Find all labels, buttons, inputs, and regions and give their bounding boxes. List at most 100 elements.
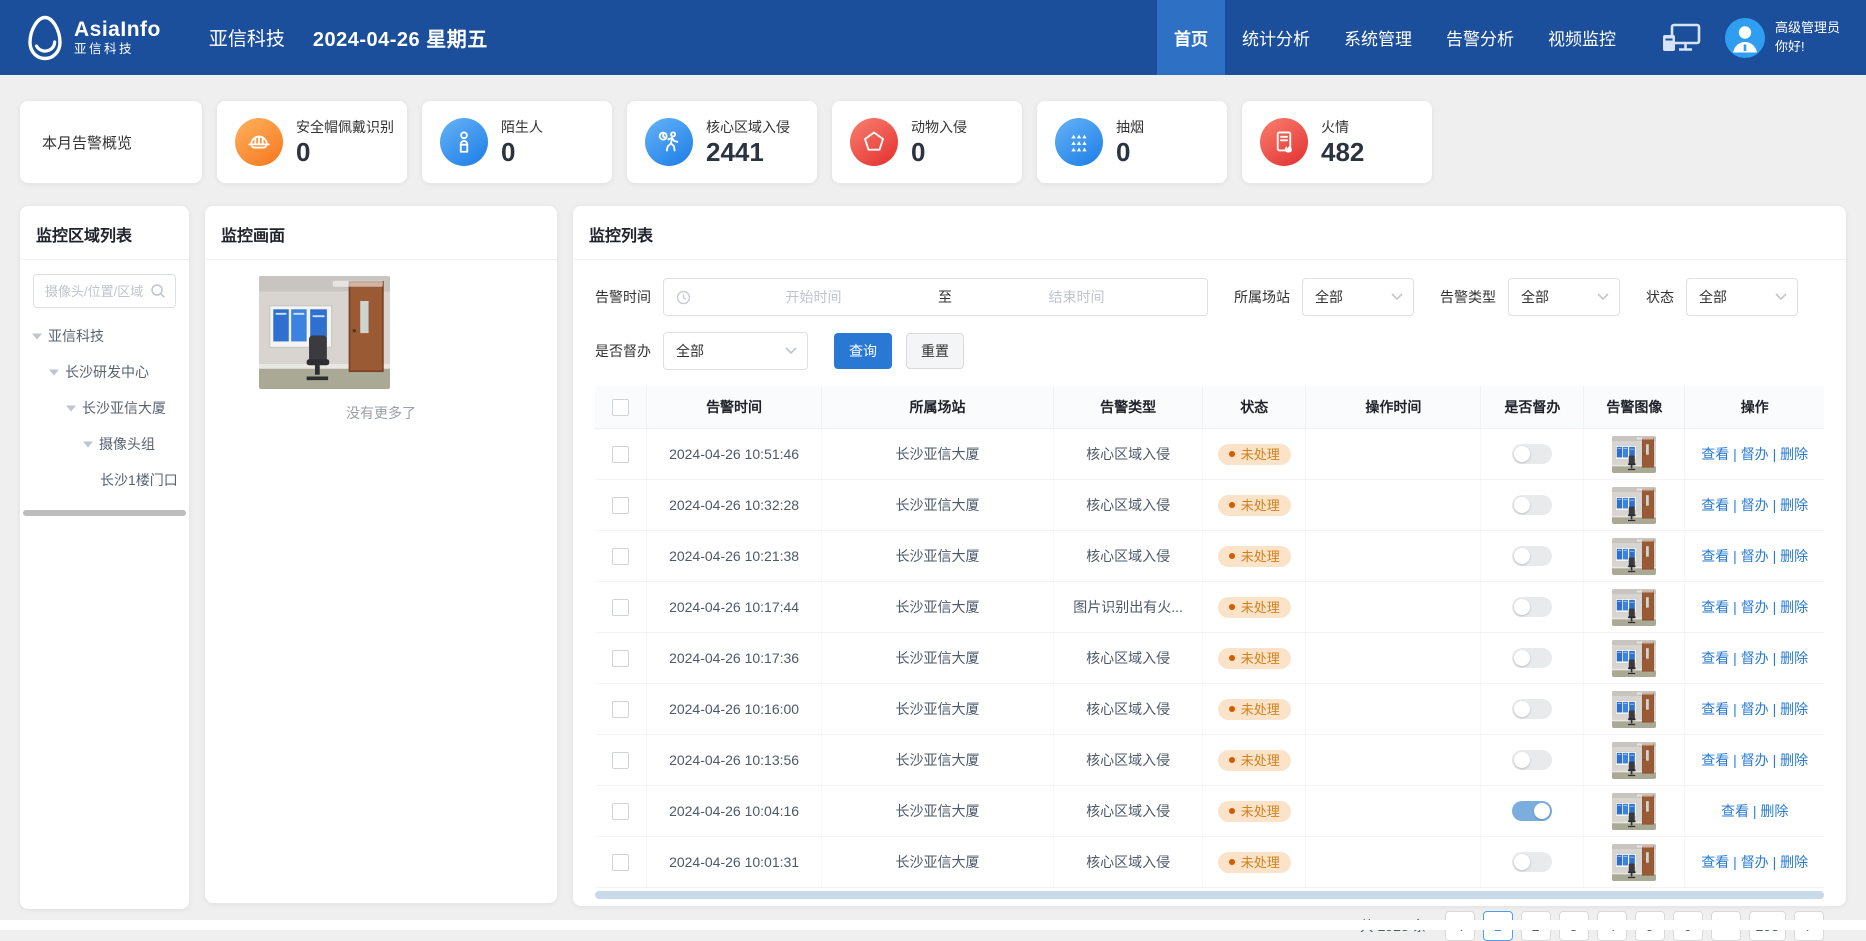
action-delete-link[interactable]: 删除 — [1780, 548, 1808, 564]
supervise-toggle[interactable] — [1512, 801, 1552, 821]
row-actions: 查看 | 督办 | 删除 — [1701, 497, 1808, 513]
tree-item[interactable]: 长沙1楼门口 — [20, 462, 189, 498]
alarm-type-label: 告警类型 — [1440, 287, 1496, 307]
supervise-toggle[interactable] — [1512, 750, 1552, 770]
row-checkbox[interactable] — [612, 854, 629, 871]
station-select[interactable]: 全部 — [1302, 278, 1414, 316]
action-view-link[interactable]: 查看 — [1701, 650, 1729, 666]
row-checkbox[interactable] — [612, 446, 629, 463]
supervise-toggle[interactable] — [1512, 699, 1552, 719]
alarm-image[interactable] — [1612, 538, 1656, 575]
alarm-image-cell — [1584, 786, 1685, 837]
row-checkbox[interactable] — [612, 599, 629, 616]
avatar[interactable] — [1725, 18, 1765, 58]
station-cell: 长沙亚信大厦 — [822, 531, 1054, 582]
nav-item-3[interactable]: 系统管理 — [1327, 0, 1429, 75]
region-panel: 监控区域列表 亚信科技长沙研发中心长沙亚信大厦摄像头组长沙1楼门口 — [20, 206, 189, 909]
tree-item[interactable]: 长沙研发中心 — [20, 354, 189, 390]
alarm-image[interactable] — [1612, 589, 1656, 626]
monitor-screens-icon[interactable] — [1661, 23, 1701, 59]
action-view-link[interactable]: 查看 — [1701, 701, 1729, 717]
action-view-link[interactable]: 查看 — [1701, 599, 1729, 615]
camera-search-box[interactable] — [33, 274, 176, 308]
action-supervise-link[interactable]: 督办 — [1741, 854, 1769, 870]
action-supervise-link[interactable]: 督办 — [1741, 548, 1769, 564]
tree-horizontal-scrollbar[interactable] — [23, 510, 186, 516]
row-actions: 查看 | 删除 — [1721, 803, 1788, 819]
tree-item[interactable]: 亚信科技 — [20, 318, 189, 354]
action-delete-link[interactable]: 删除 — [1780, 650, 1808, 666]
nav-item-5[interactable]: 视频监控 — [1531, 0, 1633, 75]
action-delete-link[interactable]: 删除 — [1780, 599, 1808, 615]
alarm-image[interactable] — [1612, 793, 1656, 830]
action-delete-link[interactable]: 删除 — [1760, 803, 1788, 819]
date-range-picker[interactable]: 开始时间 至 结束时间 — [663, 278, 1208, 316]
camera-live-thumbnail[interactable] — [259, 276, 390, 389]
table-horizontal-scrollbar[interactable] — [595, 891, 1824, 899]
action-view-link[interactable]: 查看 — [1701, 548, 1729, 564]
supervise-toggle[interactable] — [1512, 495, 1552, 515]
action-supervise-link[interactable]: 督办 — [1741, 446, 1769, 462]
action-view-link[interactable]: 查看 — [1701, 752, 1729, 768]
column-header: 告警图像 — [1584, 386, 1685, 429]
alarm-image[interactable] — [1612, 487, 1656, 524]
supervise-toggle[interactable] — [1512, 546, 1552, 566]
alarm-image[interactable] — [1612, 436, 1656, 473]
chevron-down-icon — [785, 347, 797, 355]
action-supervise-link[interactable]: 督办 — [1741, 497, 1769, 513]
action-delete-link[interactable]: 删除 — [1780, 446, 1808, 462]
nav-item-2[interactable]: 统计分析 — [1225, 0, 1327, 75]
status-select-value: 全部 — [1699, 287, 1727, 307]
status-text: 未处理 — [1241, 754, 1280, 767]
action-supervise-link[interactable]: 督办 — [1741, 752, 1769, 768]
status-dot — [1229, 451, 1235, 457]
status-select[interactable]: 全部 — [1686, 278, 1798, 316]
tree-item[interactable]: 长沙亚信大厦 — [20, 390, 189, 426]
row-checkbox[interactable] — [612, 548, 629, 565]
select-all-checkbox[interactable] — [612, 399, 629, 416]
op-time-cell — [1306, 480, 1481, 531]
animal-icon — [850, 118, 898, 166]
alarm-type-select[interactable]: 全部 — [1508, 278, 1620, 316]
row-checkbox[interactable] — [612, 803, 629, 820]
row-checkbox[interactable] — [612, 497, 629, 514]
to-label: 至 — [932, 287, 958, 307]
overview-label: 本月告警概览 — [42, 132, 132, 153]
action-supervise-link[interactable]: 督办 — [1741, 650, 1769, 666]
alarm-time-cell: 2024-04-26 10:51:46 — [647, 429, 822, 480]
action-delete-link[interactable]: 删除 — [1780, 497, 1808, 513]
action-view-link[interactable]: 查看 — [1701, 497, 1729, 513]
reset-button[interactable]: 重置 — [906, 333, 964, 369]
action-supervise-link[interactable]: 督办 — [1741, 701, 1769, 717]
alarm-image[interactable] — [1612, 640, 1656, 677]
action-supervise-link[interactable]: 督办 — [1741, 599, 1769, 615]
table-row: 2024-04-26 10:51:46长沙亚信大厦核心区域入侵未处理查看 | 督… — [595, 429, 1824, 480]
status-dot — [1229, 808, 1235, 814]
nav-item-1[interactable]: 首页 — [1157, 0, 1225, 75]
row-checkbox[interactable] — [612, 752, 629, 769]
action-view-link[interactable]: 查看 — [1701, 446, 1729, 462]
supervise-toggle[interactable] — [1512, 648, 1552, 668]
alarm-image[interactable] — [1612, 844, 1656, 881]
action-delete-link[interactable]: 删除 — [1780, 854, 1808, 870]
supervise-select[interactable]: 全部 — [663, 332, 808, 370]
user-area[interactable]: 高级管理员 你好! — [1725, 18, 1840, 58]
supervise-toggle[interactable] — [1512, 852, 1552, 872]
action-delete-link[interactable]: 删除 — [1780, 752, 1808, 768]
row-checkbox-cell — [595, 735, 647, 786]
row-checkbox[interactable] — [612, 701, 629, 718]
op-time-cell — [1306, 633, 1481, 684]
action-view-link[interactable]: 查看 — [1701, 854, 1729, 870]
nav-item-4[interactable]: 告警分析 — [1429, 0, 1531, 75]
action-delete-link[interactable]: 删除 — [1780, 701, 1808, 717]
search-button[interactable]: 查询 — [834, 333, 892, 369]
alarm-image[interactable] — [1612, 742, 1656, 779]
action-view-link[interactable]: 查看 — [1721, 803, 1749, 819]
supervise-toggle[interactable] — [1512, 444, 1552, 464]
op-time-cell — [1306, 735, 1481, 786]
supervise-toggle[interactable] — [1512, 597, 1552, 617]
tree-item[interactable]: 摄像头组 — [20, 426, 189, 462]
row-checkbox[interactable] — [612, 650, 629, 667]
alarm-image[interactable] — [1612, 691, 1656, 728]
camera-search-input[interactable] — [43, 283, 150, 300]
